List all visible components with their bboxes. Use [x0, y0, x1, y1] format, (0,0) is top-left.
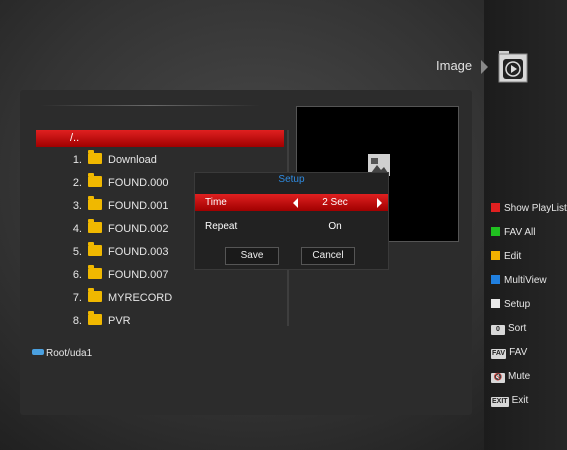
time-label: Time: [205, 197, 227, 208]
image-player-icon: [498, 48, 528, 84]
list-item[interactable]: 8. PVR: [60, 311, 131, 332]
folder-icon: [88, 173, 102, 187]
zero-key-icon: 0: [491, 325, 505, 335]
yellow-key-icon: [491, 251, 500, 260]
legend-show-playlist: Show PlayList: [491, 203, 567, 214]
folder-icon: [88, 219, 102, 233]
item-number: 6.: [72, 269, 82, 281]
fav-key-icon: FAV: [491, 349, 507, 359]
dialog-title: Setup: [278, 174, 305, 185]
folder-icon: [88, 196, 102, 210]
repeat-setting-row[interactable]: Repeat On: [195, 218, 388, 235]
usb-drive-icon: [32, 349, 44, 355]
legend-fav: FAV FAV: [491, 347, 527, 359]
cancel-button[interactable]: Cancel: [301, 247, 355, 265]
item-number: 7.: [72, 292, 82, 304]
repeat-label: Repeat: [205, 221, 238, 232]
legend-label: FAV: [509, 347, 528, 358]
legend-label: Edit: [504, 251, 522, 262]
list-item[interactable]: 1. Download: [60, 150, 157, 171]
list-item[interactable]: 4. FOUND.002: [60, 219, 169, 240]
parent-directory-label: /..: [70, 132, 80, 144]
mute-key-icon: 🔇: [491, 373, 505, 383]
item-name: FOUND.007: [108, 269, 169, 281]
legend-edit: Edit: [491, 251, 521, 262]
divider: [40, 105, 260, 106]
legend-label: Mute: [508, 371, 531, 382]
folder-icon: [88, 288, 102, 302]
pointer-arrow-icon: [481, 60, 488, 74]
folder-icon: [88, 242, 102, 256]
arrow-right-icon[interactable]: [377, 198, 382, 208]
time-setting-row[interactable]: Time 2 Sec: [195, 194, 388, 211]
folder-icon: [88, 265, 102, 279]
legend-label: Show PlayList: [504, 203, 567, 214]
legend-fav-all: FAV All: [491, 227, 536, 238]
list-item[interactable]: 5. FOUND.003: [60, 242, 169, 263]
white-key-icon: [491, 299, 500, 308]
item-name: Download: [108, 154, 157, 166]
blue-key-icon: [491, 275, 500, 284]
item-name: FOUND.003: [108, 246, 169, 258]
list-item[interactable]: 2. FOUND.000: [60, 173, 169, 194]
legend-label: MultiView: [504, 275, 547, 286]
list-item[interactable]: 3. FOUND.001: [60, 196, 169, 217]
item-number: 5.: [72, 246, 82, 258]
path-label: Root/uda1: [46, 348, 93, 359]
legend-label: FAV All: [504, 227, 536, 238]
save-button[interactable]: Save: [225, 247, 279, 265]
page-title: Image: [436, 58, 473, 73]
folder-icon: [88, 150, 102, 164]
legend-multiview: MultiView: [491, 275, 547, 286]
legend-setup: Setup: [491, 299, 530, 310]
legend-label: Setup: [504, 299, 531, 310]
legend-label: Exit: [511, 395, 529, 406]
red-key-icon: [491, 203, 500, 212]
item-name: FOUND.002: [108, 223, 169, 235]
item-number: 2.: [72, 177, 82, 189]
exit-key-icon: EXIT: [491, 397, 509, 407]
green-key-icon: [491, 227, 500, 236]
item-number: 3.: [72, 200, 82, 212]
item-number: 4.: [72, 223, 82, 235]
legend-sort: 0 Sort: [491, 323, 526, 335]
item-name: FOUND.001: [108, 200, 169, 212]
setup-dialog: Setup Time 2 Sec Repeat On Save Cancel: [194, 172, 389, 270]
list-item[interactable]: 7. MYRECORD: [60, 288, 173, 309]
arrow-left-icon[interactable]: [293, 198, 298, 208]
legend-label: Sort: [508, 323, 527, 334]
list-item[interactable]: 6. FOUND.007: [60, 265, 169, 286]
item-name: MYRECORD: [108, 292, 173, 304]
folder-icon: [88, 311, 102, 325]
repeat-value: On: [328, 221, 342, 232]
item-number: 1.: [72, 154, 82, 166]
legend-exit: EXIT Exit: [491, 395, 528, 407]
item-number: 8.: [72, 315, 82, 327]
legend-mute: 🔇 Mute: [491, 371, 530, 383]
time-value: 2 Sec: [322, 197, 348, 208]
current-path: Root/uda1: [32, 348, 92, 359]
item-name: FOUND.000: [108, 177, 169, 189]
item-name: PVR: [108, 315, 131, 327]
